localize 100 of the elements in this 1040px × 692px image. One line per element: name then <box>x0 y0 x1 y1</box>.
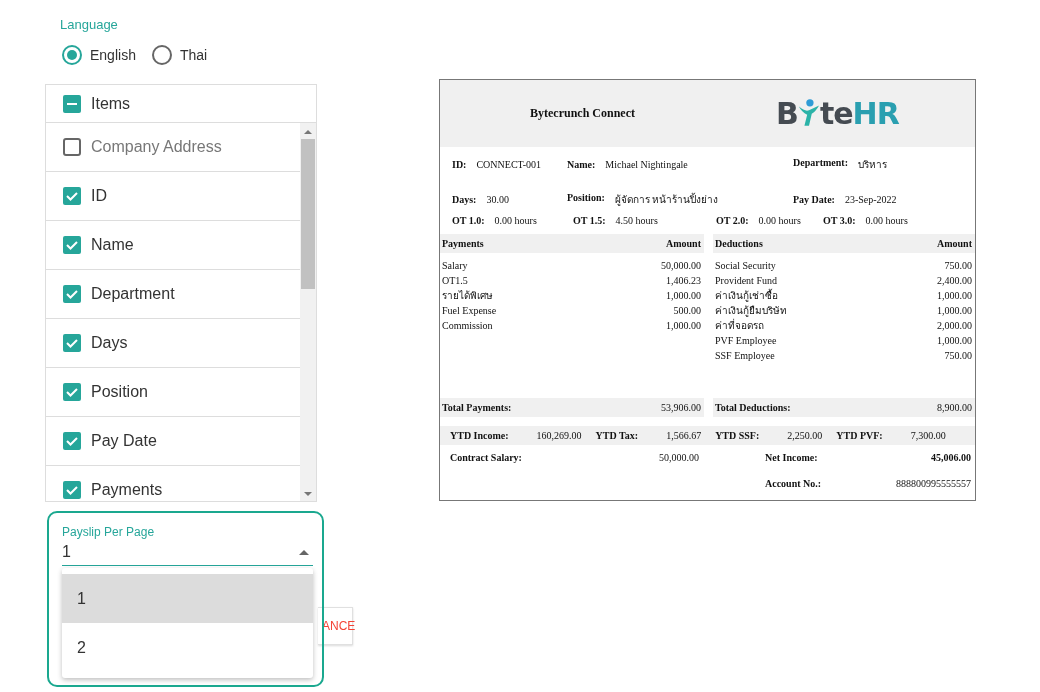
select-label: Payslip Per Page <box>62 525 156 539</box>
table-cell-text: Social Security <box>715 259 776 273</box>
checkbox[interactable] <box>63 334 81 352</box>
table-cell-text: 1,000.00 <box>937 304 972 318</box>
checkbox[interactable] <box>63 138 81 156</box>
column-heading: Deductions <box>715 238 763 249</box>
language-radio[interactable]: English <box>62 45 136 65</box>
column-heading: Amount <box>937 238 972 249</box>
language-radio[interactable]: Thai <box>151 45 208 65</box>
field-label: YTD Tax: <box>595 430 639 441</box>
company-name: Bytecrunch Connect <box>530 106 636 121</box>
logo-text: te <box>819 96 853 131</box>
payslip-per-page-select[interactable]: 1 <box>62 539 313 566</box>
item-row[interactable]: Pay Date <box>46 417 300 466</box>
total-value: 53,906.00 <box>661 402 701 413</box>
field-value: 160,269.00 <box>536 430 582 441</box>
logo-text: B <box>776 96 798 131</box>
table-cell-text: Provident Fund <box>715 274 777 288</box>
table-cell-text: 1,000.00 <box>666 319 701 333</box>
person-icon <box>797 96 820 127</box>
table-cell-text: 2,400.00 <box>937 274 972 288</box>
table-cell-text: 1,406.23 <box>666 274 701 288</box>
field-label: Department: <box>793 157 848 170</box>
field-label: Account No.: <box>765 477 822 489</box>
field-label: OT 2.0: <box>716 214 749 226</box>
table-cell-text: 750.00 <box>944 259 972 273</box>
field-value: 23-Sep-2022 <box>844 194 897 205</box>
table-cell-text: ค่าเงินกู้ยืมบริษัท <box>715 304 787 318</box>
dropdown-option[interactable]: 2 <box>62 623 313 672</box>
checkbox[interactable] <box>63 383 81 401</box>
dropdown-option[interactable]: 1 <box>62 574 313 623</box>
table-cell: ค่าที่จอดรถ <box>715 318 764 333</box>
table-cell-text: 1,000.00 <box>937 289 972 303</box>
field-label: YTD Income: <box>450 430 509 441</box>
item-row[interactable]: Days <box>46 319 300 368</box>
column-heading: Payments <box>442 238 484 249</box>
table-cell-text: SSF Employee <box>715 349 775 363</box>
field-label: YTD SSF: <box>715 430 760 441</box>
table-cell-text: Fuel Expense <box>442 304 497 318</box>
table-cell-text: 500.00 <box>673 304 701 318</box>
table-cell-text: PVF Employee <box>715 334 777 348</box>
field-value: 2,250.00 <box>787 430 823 441</box>
field-value: Michael Nightingale <box>605 159 688 170</box>
field-label: YTD PVF: <box>836 430 883 441</box>
field-value: 0.00 hours <box>865 214 908 226</box>
checkbox[interactable] <box>63 432 81 450</box>
field-value: 0.00 hours <box>494 214 537 226</box>
total-label: Total Deductions: <box>715 402 791 413</box>
table-cell-text: 50,000.00 <box>661 259 701 273</box>
item-row[interactable]: Payments <box>46 466 300 501</box>
total-value: 8,900.00 <box>937 402 972 413</box>
field-label: Days: <box>452 194 477 205</box>
language-label: Language <box>59 17 119 34</box>
field-label: Contract Salary: <box>450 451 522 463</box>
table-cell-text: Salary <box>442 259 468 273</box>
field-label: Net Income: <box>765 451 818 463</box>
field-label: Name: <box>567 159 596 170</box>
column-heading: Amount <box>666 238 701 249</box>
field-label: OT 3.0: <box>823 214 856 226</box>
field-value: CONNECT-001 <box>476 159 542 170</box>
items-heading: Items <box>91 94 131 113</box>
table-cell-text: OT1.5 <box>442 274 468 288</box>
table-cell-text: 750.00 <box>944 349 972 363</box>
caret-icon <box>299 549 309 555</box>
checkbox[interactable] <box>63 94 81 113</box>
field-value: 1,566.67 <box>666 430 702 441</box>
table-cell-text: 2,000.00 <box>937 319 972 333</box>
item-row[interactable]: ID <box>46 172 300 221</box>
table-cell-text: 1,000.00 <box>937 334 972 348</box>
checkbox[interactable] <box>63 481 81 499</box>
checkbox[interactable] <box>63 187 81 205</box>
field-label: OT 1.5: <box>573 214 606 226</box>
item-row[interactable]: Name <box>46 221 300 270</box>
field-value: 0.00 hours <box>758 214 801 226</box>
table-cell: ค่าเงินกู้เช่าซื้อ <box>715 288 778 303</box>
cancel-button[interactable]: ANCE <box>318 607 353 645</box>
field-value: 7,300.00 <box>910 430 946 441</box>
field-value: 45,006.00 <box>931 451 971 463</box>
checkbox[interactable] <box>63 285 81 303</box>
field-value: 30.00 <box>486 194 509 205</box>
scrollbar[interactable] <box>300 123 316 501</box>
table-cell-text: 1,000.00 <box>666 289 701 303</box>
field-label: Pay Date: <box>793 194 835 205</box>
scroll-up-icon[interactable] <box>304 129 312 135</box>
field-value: 888800995555557 <box>896 477 971 489</box>
field-value: ผู้จัดการ หน้าร้านปิ้งย่าง <box>614 192 719 207</box>
item-row[interactable]: Department <box>46 270 300 319</box>
field-label: Position: <box>567 192 605 205</box>
item-row[interactable]: Position <box>46 368 300 417</box>
field-value: 50,000.00 <box>659 451 699 463</box>
field-label: ID: <box>452 159 467 170</box>
scroll-down-icon[interactable] <box>304 491 312 497</box>
table-cell-text: Commission <box>442 319 493 333</box>
total-label: Total Payments: <box>442 402 512 413</box>
logo-text: HR <box>852 96 899 131</box>
checkbox[interactable] <box>63 236 81 254</box>
table-cell-text: รายได้พิเศษ <box>442 289 493 303</box>
field-value: 4.50 hours <box>615 214 658 226</box>
field-label: OT 1.0: <box>452 214 485 226</box>
field-value: บริหาร <box>858 158 887 172</box>
